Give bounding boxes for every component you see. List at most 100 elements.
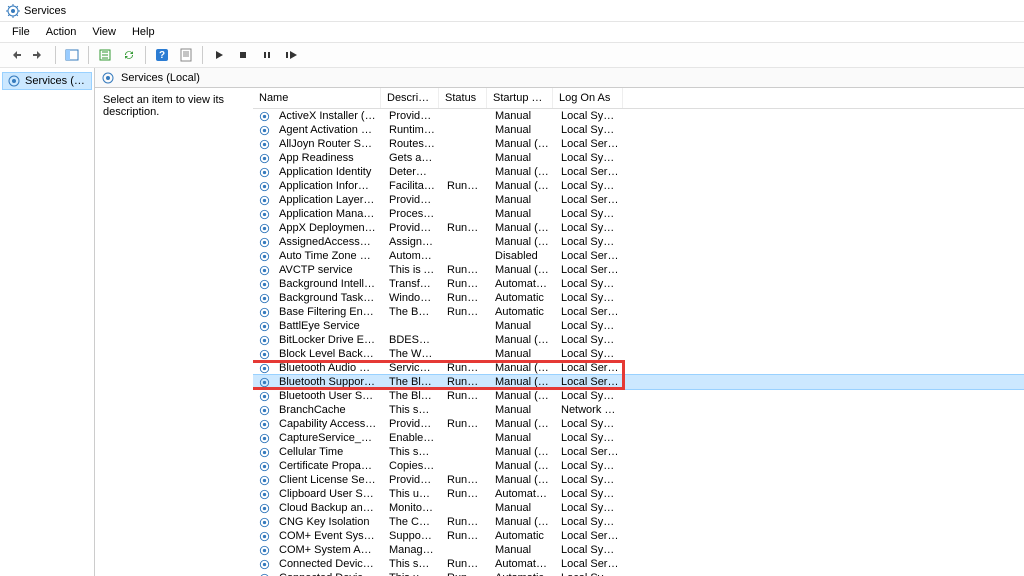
table-row[interactable]: Auto Time Zone UpdaterAutomatica...Disab… bbox=[253, 249, 1024, 263]
table-row[interactable]: Connected Devices Platfor...This user se… bbox=[253, 571, 1024, 576]
col-startup[interactable]: Startup Type bbox=[487, 88, 553, 108]
export-button[interactable] bbox=[94, 44, 116, 66]
table-row[interactable]: COM+ System ApplicationManages th...Manu… bbox=[253, 543, 1024, 557]
table-row[interactable]: Clipboard User Service_161e...This user … bbox=[253, 487, 1024, 501]
cell-startup: Manual bbox=[489, 347, 555, 361]
table-row[interactable]: Application IdentityDetermines ...Manual… bbox=[253, 165, 1024, 179]
gear-icon bbox=[257, 543, 271, 557]
table-row[interactable]: Capability Access Manager ...Provides fa… bbox=[253, 417, 1024, 431]
help-button[interactable]: ? bbox=[151, 44, 173, 66]
tree-item-services-local[interactable]: Services (Local) bbox=[2, 72, 92, 90]
cell-desc: Gets apps re... bbox=[383, 151, 441, 165]
cell-name: Application Management bbox=[273, 207, 383, 221]
table-row[interactable]: AVCTP serviceThis is Audi...RunningManua… bbox=[253, 263, 1024, 277]
cell-name: Clipboard User Service_161e... bbox=[273, 487, 383, 501]
table-row[interactable]: AllJoyn Router ServiceRoutes AllJo...Man… bbox=[253, 137, 1024, 151]
cell-status: Running bbox=[441, 571, 489, 576]
table-row[interactable]: Cloud Backup and Restore ...Monitors th.… bbox=[253, 501, 1024, 515]
cell-logon: Local Syste... bbox=[555, 501, 625, 515]
cell-logon: Local Syste... bbox=[555, 207, 625, 221]
cell-logon: Local Syste... bbox=[555, 179, 625, 193]
table-row[interactable]: CNG Key IsolationThe CNG ke...RunningMan… bbox=[253, 515, 1024, 529]
pause-button[interactable] bbox=[256, 44, 278, 66]
table-row[interactable]: AssignedAccessManager Se...AssignedAc...… bbox=[253, 235, 1024, 249]
cell-startup: Manual (Trig... bbox=[489, 515, 555, 529]
cell-status: Running bbox=[441, 277, 489, 291]
table-row[interactable]: BranchCacheThis service ...ManualNetwork… bbox=[253, 403, 1024, 417]
start-button[interactable] bbox=[208, 44, 230, 66]
cell-status: Running bbox=[441, 529, 489, 543]
cell-logon: Network S... bbox=[555, 403, 625, 417]
cell-logon: Local Syste... bbox=[555, 473, 625, 487]
table-row[interactable]: Client License Service (ClipS...Provides… bbox=[253, 473, 1024, 487]
restart-button[interactable] bbox=[280, 44, 302, 66]
cell-startup: Manual (Trig... bbox=[489, 473, 555, 487]
toolbar-separator bbox=[145, 46, 146, 64]
table-row[interactable]: Certificate PropagationCopies user ...Ma… bbox=[253, 459, 1024, 473]
cell-logon: Local Service bbox=[555, 137, 625, 151]
table-row[interactable]: Connected Devices Platfor...This service… bbox=[253, 557, 1024, 571]
gear-icon bbox=[257, 109, 271, 123]
cell-logon: Local Syste... bbox=[555, 277, 625, 291]
table-row[interactable]: Bluetooth Support ServiceThe Bluetoo...R… bbox=[253, 375, 1024, 389]
cell-name: Bluetooth Support Service bbox=[273, 375, 383, 389]
show-hide-button[interactable] bbox=[61, 44, 83, 66]
table-row[interactable]: App ReadinessGets apps re...ManualLocal … bbox=[253, 151, 1024, 165]
cell-startup: Manual bbox=[489, 403, 555, 417]
menu-file[interactable]: File bbox=[4, 24, 38, 40]
forward-button[interactable] bbox=[28, 44, 50, 66]
cell-logon: Local Syste... bbox=[555, 123, 625, 137]
cell-logon: Local Syste... bbox=[555, 347, 625, 361]
cell-logon: Local Syste... bbox=[555, 291, 625, 305]
gear-icon bbox=[257, 291, 271, 305]
gear-icon bbox=[257, 249, 271, 263]
gear-icon bbox=[257, 165, 271, 179]
table-row[interactable]: Background Tasks Infrastruc...Windows in… bbox=[253, 291, 1024, 305]
table-row[interactable]: AppX Deployment Service (...Provides inf… bbox=[253, 221, 1024, 235]
cell-status: Running bbox=[441, 291, 489, 305]
svg-text:?: ? bbox=[159, 50, 165, 61]
properties-button[interactable] bbox=[175, 44, 197, 66]
table-row[interactable]: BattlEye ServiceManualLocal Syste... bbox=[253, 319, 1024, 333]
cell-desc: Transfers fil... bbox=[383, 277, 441, 291]
back-button[interactable] bbox=[4, 44, 26, 66]
menu-view[interactable]: View bbox=[84, 24, 124, 40]
cell-desc: Service sup... bbox=[383, 361, 441, 375]
cell-name: BattlEye Service bbox=[273, 319, 383, 333]
col-description[interactable]: Description bbox=[381, 88, 439, 108]
cell-startup: Automatic (... bbox=[489, 557, 555, 571]
table-row[interactable]: CaptureService_161e1cEnables opti...Manu… bbox=[253, 431, 1024, 445]
gear-icon bbox=[257, 361, 271, 375]
table-row[interactable]: BitLocker Drive Encryption ...BDESVC hos… bbox=[253, 333, 1024, 347]
col-logon[interactable]: Log On As bbox=[553, 88, 623, 108]
gear-icon bbox=[257, 277, 271, 291]
stop-button[interactable] bbox=[232, 44, 254, 66]
cell-desc: Automatica... bbox=[383, 249, 441, 263]
table-row[interactable]: Base Filtering EngineThe Base Fil...Runn… bbox=[253, 305, 1024, 319]
col-name[interactable]: Name bbox=[253, 88, 381, 108]
table-row[interactable]: Bluetooth Audio Gateway S...Service sup.… bbox=[253, 361, 1024, 375]
cell-logon: Local Syste... bbox=[555, 543, 625, 557]
menu-action[interactable]: Action bbox=[38, 24, 85, 40]
refresh-button[interactable] bbox=[118, 44, 140, 66]
table-row[interactable]: Cellular TimeThis service ...Manual (Tri… bbox=[253, 445, 1024, 459]
service-list[interactable]: Name Description Status Startup Type Log… bbox=[253, 88, 1024, 576]
cell-name: AppX Deployment Service (... bbox=[273, 221, 383, 235]
table-row[interactable]: Application ManagementProcesses in...Man… bbox=[253, 207, 1024, 221]
table-row[interactable]: Background Intelligent Tran...Transfers … bbox=[253, 277, 1024, 291]
table-row[interactable]: Application InformationFacilitates t...R… bbox=[253, 179, 1024, 193]
col-status[interactable]: Status bbox=[439, 88, 487, 108]
cell-name: AllJoyn Router Service bbox=[273, 137, 383, 151]
cell-desc: This user ser... bbox=[383, 487, 441, 501]
menu-help[interactable]: Help bbox=[124, 24, 163, 40]
table-row[interactable]: Agent Activation Runtime_...Runtime for.… bbox=[253, 123, 1024, 137]
cell-desc: Windows in... bbox=[383, 291, 441, 305]
table-row[interactable]: Block Level Backup Engine ...The WBENG..… bbox=[253, 347, 1024, 361]
table-row[interactable]: Bluetooth User Support Ser...The Bluetoo… bbox=[253, 389, 1024, 403]
cell-desc: This user ser... bbox=[383, 571, 441, 576]
table-row[interactable]: ActiveX Installer (AxInstSV)Provides Us.… bbox=[253, 109, 1024, 123]
table-row[interactable]: COM+ Event SystemSupports Sy...RunningAu… bbox=[253, 529, 1024, 543]
gear-icon bbox=[257, 347, 271, 361]
cell-status: Running bbox=[441, 557, 489, 571]
table-row[interactable]: Application Layer Gateway ...Provides su… bbox=[253, 193, 1024, 207]
